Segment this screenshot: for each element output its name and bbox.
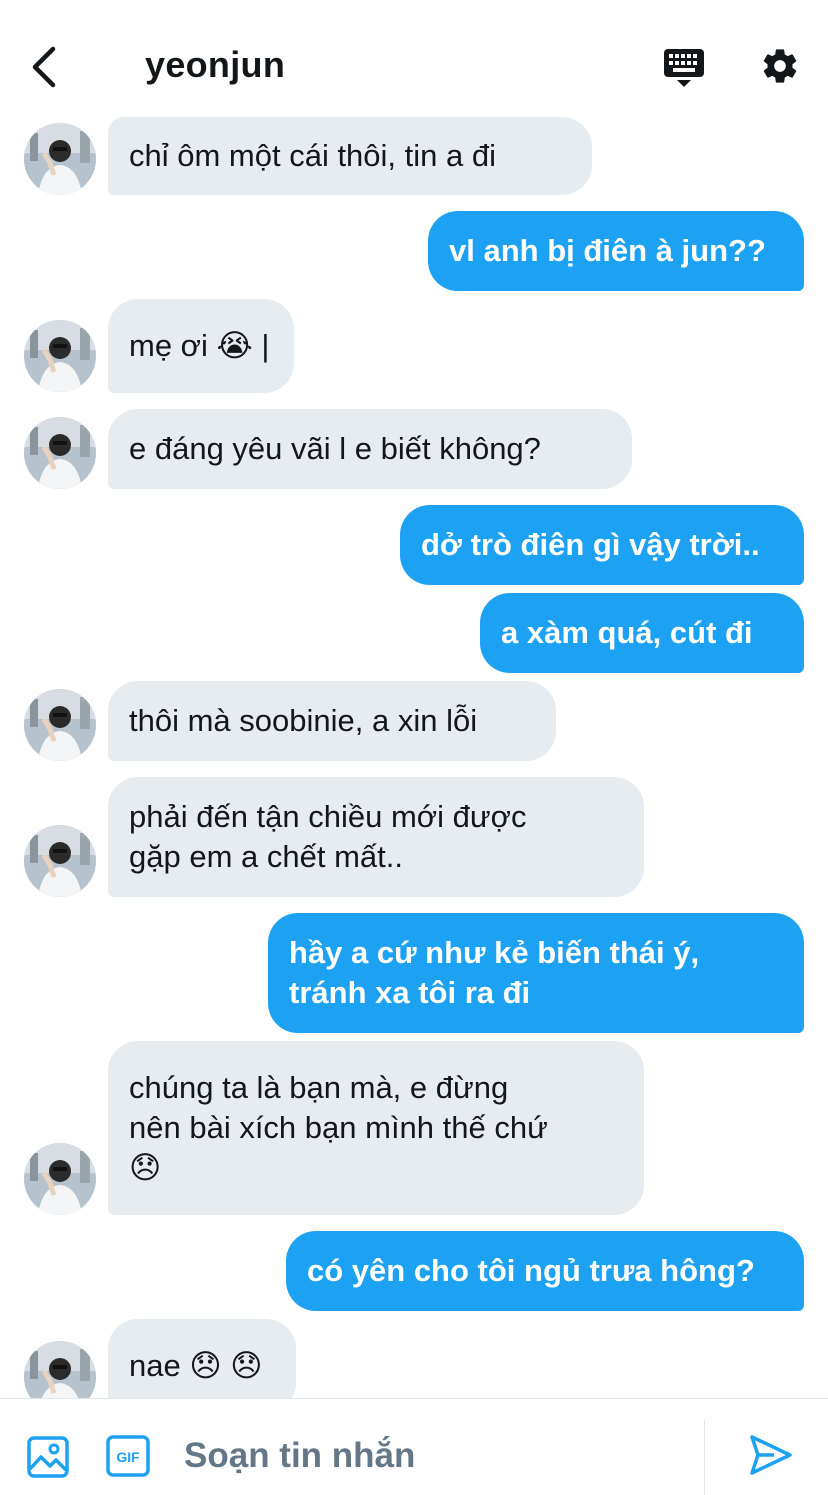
keyboard-icon — [664, 49, 704, 87]
avatar[interactable] — [24, 1143, 96, 1215]
keyboard-button[interactable] — [656, 42, 712, 92]
message-outgoing[interactable]: a xàm quá, cút đi — [480, 593, 804, 673]
avatar[interactable] — [24, 825, 96, 897]
avatar-photo — [24, 320, 96, 392]
image-icon — [27, 1436, 69, 1478]
gear-icon — [763, 49, 797, 83]
gif-label: GIF — [116, 1449, 140, 1465]
avatar-photo — [24, 689, 96, 761]
message-outgoing[interactable]: dở trò điên gì vậy trời.. — [400, 505, 804, 585]
send-icon — [750, 1435, 792, 1475]
message-incoming[interactable]: phải đến tận chiều mới được gặp em a chế… — [108, 777, 644, 897]
avatar[interactable] — [24, 320, 96, 392]
composer-divider — [704, 1419, 705, 1495]
settings-button[interactable] — [754, 40, 806, 92]
avatar-photo — [24, 825, 96, 897]
message-incoming[interactable]: thôi mà soobinie, a xin lỗi — [108, 681, 556, 761]
send-button[interactable] — [748, 1433, 794, 1477]
gif-icon: GIF — [106, 1435, 150, 1477]
message-incoming[interactable]: chúng ta là bạn mà, e đừng nên bài xích … — [108, 1041, 644, 1215]
message-outgoing[interactable]: vl anh bị điên à jun?? — [428, 211, 804, 291]
chevron-left-icon — [32, 46, 56, 88]
chat-header: yeonjun — [0, 0, 828, 118]
avatar-photo — [24, 417, 96, 489]
add-image-button[interactable] — [26, 1435, 70, 1479]
avatar[interactable] — [24, 689, 96, 761]
message-input[interactable] — [184, 1433, 684, 1479]
message-outgoing[interactable]: có yên cho tôi ngủ trưa hông? — [286, 1231, 804, 1311]
message-outgoing[interactable]: hầy a cứ như kẻ biến thái ý, tránh xa tô… — [268, 913, 804, 1033]
add-gif-button[interactable]: GIF — [106, 1435, 150, 1477]
message-incoming[interactable]: e đáng yêu vãi l e biết không? — [108, 409, 632, 489]
message-incoming[interactable]: chỉ ôm một cái thôi, tin a đi — [108, 117, 592, 195]
conversation-title: yeonjun — [145, 44, 286, 85]
avatar[interactable] — [24, 417, 96, 489]
avatar[interactable] — [24, 123, 96, 195]
message-incoming[interactable]: mẹ ơi 😭 | — [108, 299, 294, 393]
message-composer: GIF — [0, 1398, 828, 1495]
avatar-photo — [24, 123, 96, 195]
avatar-photo — [24, 1143, 96, 1215]
back-button[interactable] — [22, 42, 66, 92]
